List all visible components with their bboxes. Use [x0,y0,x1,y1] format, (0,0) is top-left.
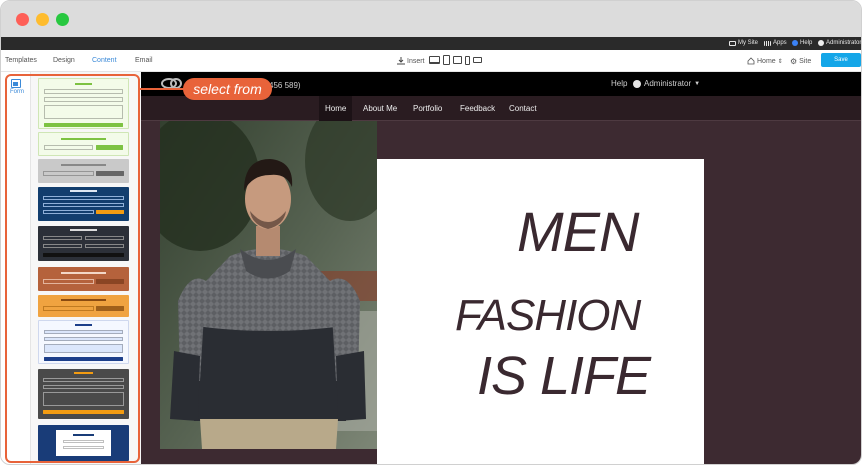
home-page-select[interactable]: Home ⇕ [747,57,783,65]
caret-down-icon: ▼ [694,80,701,87]
form-template-thumbnail[interactable] [38,267,129,291]
headline-line-1: MEN [517,200,639,263]
form-template-thumbnail[interactable] [38,320,129,364]
apps-label: Apps [773,40,787,46]
nav-about[interactable]: About Me [357,96,403,121]
home-label: Home [757,57,776,65]
desktop-view-icon[interactable] [429,56,440,64]
my-site-link[interactable]: My Site [729,40,758,46]
tablet-view-icon[interactable] [443,55,450,65]
minimize-window-button[interactable] [36,13,49,26]
site-admin-menu[interactable]: Administrator ▼ [633,79,700,88]
form-template-thumbnail[interactable] [38,369,129,419]
form-template-panel [31,72,141,464]
top-strip: My Site Apps Help Administrator [1,37,861,50]
apps-link[interactable]: Apps [764,40,787,46]
form-template-thumbnail[interactable] [38,295,129,317]
download-icon [397,57,405,65]
nav-portfolio[interactable]: Portfolio [407,96,448,121]
device-switcher [429,55,482,65]
close-window-button[interactable] [16,13,29,26]
form-template-thumbnail[interactable] [38,425,129,461]
save-button[interactable]: Save [821,53,861,67]
hero-photo [160,121,377,449]
site-phone: 456 589) [269,81,301,90]
tablet-landscape-view-icon[interactable] [453,56,462,64]
my-site-label: My Site [738,40,759,46]
headline-line-3: IS LIFE [477,346,651,406]
tab-templates[interactable]: Templates [5,57,37,64]
updown-icon: ⇕ [777,58,783,65]
nav-feedback[interactable]: Feedback [454,96,501,121]
website-preview: 456 589) Help Administrator ▼ Home About… [141,72,861,464]
site-label: Site [799,58,812,65]
form-template-thumbnail[interactable] [38,132,129,156]
avatar-icon [633,79,641,88]
tab-design[interactable]: Design [53,57,75,64]
left-rail: Form [1,72,31,464]
help-label: Help [800,40,813,46]
admin-label: Administrator [826,40,862,46]
admin-menu[interactable]: Administrator [818,40,861,46]
headline-card: MEN FASHION IS LIFE [377,159,704,464]
site-help-link[interactable]: Help [611,79,627,88]
tab-content[interactable]: Content [92,57,117,64]
site-admin-label: Administrator [644,79,692,88]
insert-button[interactable]: Insert [397,57,425,65]
tab-email[interactable]: Email [135,57,153,64]
maximize-window-button[interactable] [56,13,69,26]
headline-line-2: FASHION [455,291,641,340]
app-window: My Site Apps Help Administrator Template… [0,0,862,465]
monitor-icon [729,40,736,46]
form-icon [11,79,21,88]
hero-photo-image [160,121,377,449]
editor-toolbar: Templates Design Content Email Insert Ho… [1,50,861,72]
form-template-thumbnail[interactable] [38,78,129,129]
home-icon [747,57,755,65]
help-link[interactable]: Help [792,40,812,46]
form-template-thumbnail[interactable] [38,187,129,221]
insert-label: Insert [407,57,425,65]
nav-contact[interactable]: Contact [503,96,543,121]
form-template-thumbnail[interactable] [38,159,129,183]
help-icon [792,40,798,46]
apps-grid-icon [764,40,771,46]
callout-connector [140,88,185,90]
site-settings-button[interactable]: ⚙ Site [790,57,811,66]
form-template-thumbnail[interactable] [38,226,129,261]
select-from-callout: select from [183,78,272,100]
form-label: Form [10,89,24,95]
mobile-view-icon[interactable] [465,55,470,65]
mobile-landscape-view-icon[interactable] [473,57,482,63]
gear-icon: ⚙ [790,57,798,66]
window-titlebar [1,1,861,37]
nav-home[interactable]: Home [319,96,353,121]
avatar-icon [818,40,824,46]
